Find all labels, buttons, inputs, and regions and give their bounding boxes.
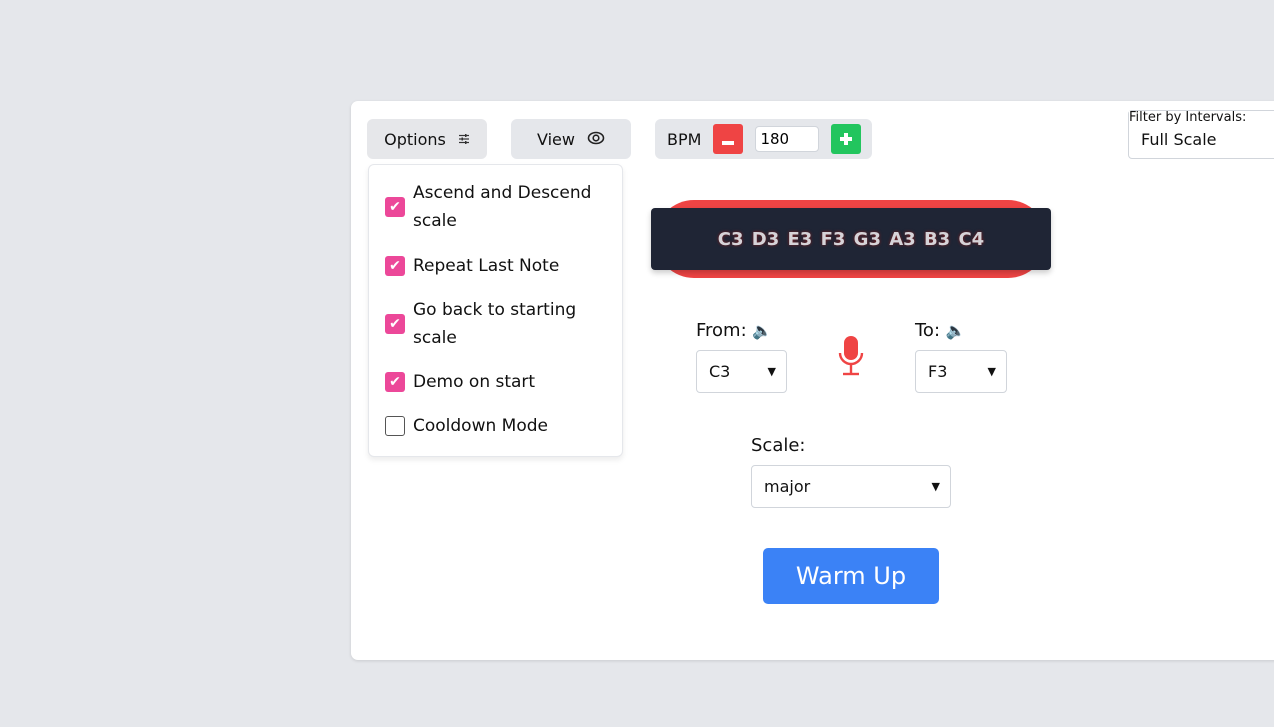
from-value: C3 [709,362,731,381]
bpm-decrement-button[interactable] [713,124,744,154]
sliders-icon [458,130,470,149]
notes-display: C3 D3 E3 F3 G3 A3 B3 C4 [651,208,1051,270]
chevron-down-icon: ▼ [987,365,996,378]
options-dropdown: ✔ Ascend and Descend scale ✔ Repeat Last… [368,164,623,457]
checkbox-checked[interactable]: ✔ [385,256,405,276]
view-label: View [537,129,575,149]
from-label: From: 🔈 [696,320,772,341]
bpm-control: BPM [655,119,872,159]
option-label: Cooldown Mode [413,416,548,436]
view-button[interactable]: View [511,119,631,159]
option-label: Go back to starting scale [413,300,577,348]
option-label: Ascend and Descend scale [413,183,592,231]
microphone-icon[interactable] [837,335,865,381]
scale-value: major [764,477,811,496]
scale-label: Scale: [751,435,806,456]
bpm-increment-button[interactable] [831,124,862,154]
bpm-label: BPM [667,129,702,149]
options-label: Options [384,129,446,149]
speaker-icon[interactable]: 🔈 [946,321,966,340]
bpm-input[interactable] [755,126,820,152]
options-button[interactable]: Options [367,119,487,159]
warm-up-button[interactable]: Warm Up [763,548,939,604]
option-repeat-last-note[interactable]: ✔ Repeat Last Note [385,252,559,280]
chevron-down-icon: ▼ [931,480,940,493]
option-label: Repeat Last Note [413,256,560,276]
eye-icon [587,130,605,149]
to-value: F3 [928,362,948,381]
scale-select[interactable]: major ▼ [751,465,951,508]
option-label: Demo on start [413,372,536,392]
speaker-icon[interactable]: 🔈 [752,321,772,340]
option-cooldown-mode[interactable]: Cooldown Mode [385,412,548,440]
checkbox-checked[interactable]: ✔ [385,197,405,217]
option-go-back[interactable]: ✔ Go back to starting scale [385,296,585,352]
filter-value: Full Scale [1141,130,1217,149]
checkbox-checked[interactable]: ✔ [385,314,405,334]
option-ascend-descend[interactable]: ✔ Ascend and Descend scale [385,179,610,235]
filter-intervals-select[interactable]: Filter by Intervals: Full Scale [1128,110,1274,159]
chevron-down-icon: ▼ [767,365,776,378]
from-label-text: From: [696,320,747,341]
minus-icon [722,130,735,149]
to-note-select[interactable]: F3 ▼ [915,350,1007,393]
filter-label: Filter by Intervals: [1129,110,1249,125]
to-label: To: 🔈 [915,320,966,341]
checkbox-checked[interactable]: ✔ [385,372,405,392]
checkbox-unchecked[interactable] [385,416,405,436]
from-note-select[interactable]: C3 ▼ [696,350,787,393]
plus-icon [840,130,853,149]
option-demo-on-start[interactable]: ✔ Demo on start [385,368,535,396]
to-label-text: To: [915,320,941,341]
